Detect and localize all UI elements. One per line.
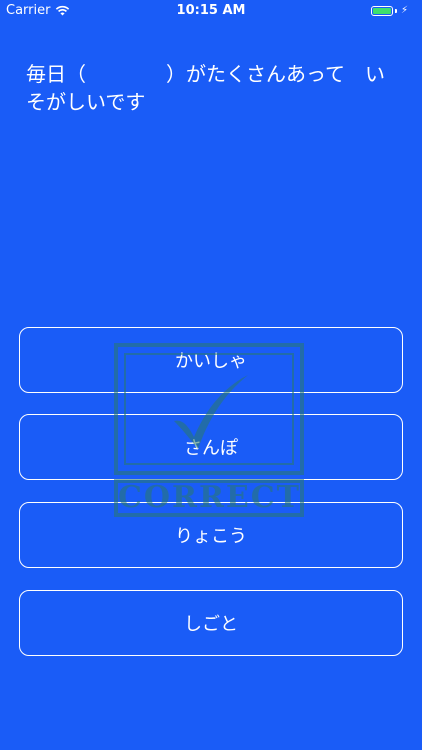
answer-button-4[interactable]: しごと (19, 590, 403, 656)
answer-button-2[interactable]: さんぽ (19, 414, 403, 480)
clock: 10:15 AM (176, 3, 246, 18)
question-text: 毎日（ ）がたくさんあって いそがしいです (26, 62, 385, 114)
charging-bolt-icon: ⚡ (400, 5, 408, 16)
answer-button-3[interactable]: りょこう (19, 502, 403, 568)
battery-body (370, 5, 393, 16)
battery-tip (394, 8, 397, 13)
battery-fill (372, 7, 391, 14)
answer-button-1[interactable]: かいしゃ (19, 327, 403, 393)
status-bar: Carrier 10:15 AM ⚡ (0, 0, 422, 22)
battery-icon: ⚡ (370, 5, 408, 16)
